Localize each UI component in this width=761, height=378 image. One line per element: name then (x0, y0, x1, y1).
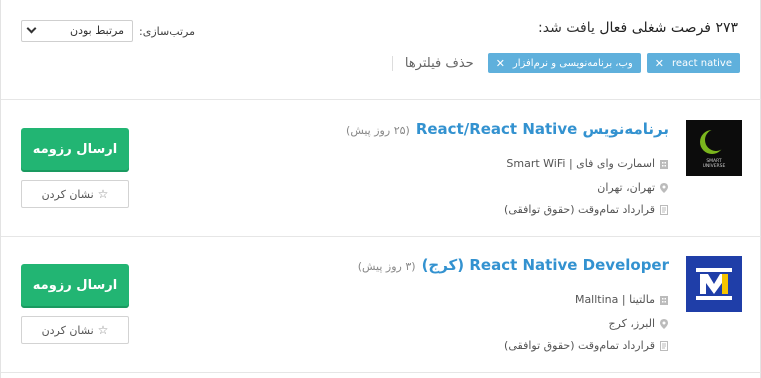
close-icon[interactable]: ✕ (496, 57, 505, 70)
job-age: (۳ روز پیش) (357, 260, 416, 273)
results-header: ۲۷۳ فرصت شغلی فعال یافت شد: مرتب‌سازی: م… (1, 0, 761, 100)
bookmark-button[interactable]: ☆ نشان کردن (21, 316, 129, 344)
company-logo[interactable] (686, 256, 742, 312)
job-company: مالتینا | Malltina (575, 293, 669, 306)
job-card: React Native Developer (کرج) (۳ روز پیش)… (1, 237, 761, 373)
company-name[interactable]: مالتینا | Malltina (575, 293, 655, 306)
filter-chip-label: react native (671, 57, 732, 69)
job-location: البرز، کرج (608, 317, 669, 330)
contract-text: قرارداد تمام‌وقت (حقوق توافقی) (504, 339, 655, 352)
star-icon: ☆ (97, 187, 109, 201)
send-resume-button[interactable]: ارسال رزومه (21, 264, 129, 306)
location-text: البرز، کرج (608, 317, 655, 330)
close-icon[interactable]: ✕ (655, 57, 664, 70)
star-icon: ☆ (97, 323, 109, 337)
location-pin-icon (660, 318, 668, 329)
result-count-text: فرصت شغلی فعال (599, 20, 711, 36)
result-count-number: ۲۷۳ (715, 20, 738, 36)
job-title[interactable]: React Native Developer (کرج) (422, 256, 669, 274)
document-icon (660, 340, 668, 351)
location-pin-icon (660, 182, 668, 193)
svg-text:UNIVERSE: UNIVERSE (703, 163, 726, 169)
contract-text: قرارداد تمام‌وقت (حقوق توافقی) (504, 203, 655, 216)
job-title-row: React Native Developer (کرج) (۳ روز پیش) (358, 256, 669, 274)
filter-chip-react-native[interactable]: react native ✕ (646, 53, 740, 73)
job-location: تهران، تهران (597, 181, 669, 194)
sort-control: مرتب‌سازی: مرتبط بودن (21, 20, 195, 42)
filter-chip-label: وب، برنامه‌نویسی و نرم‌افزار (512, 57, 633, 69)
job-title[interactable]: برنامه‌نویس React/React Native (416, 120, 669, 138)
job-contract: قرارداد تمام‌وقت (حقوق توافقی) (504, 339, 669, 352)
sort-selected-value: مرتبط بودن (69, 24, 124, 37)
page-frame: ۲۷۳ فرصت شغلی فعال یافت شد: مرتب‌سازی: م… (0, 0, 761, 378)
clear-filters-link[interactable]: حذف فیلترها (391, 55, 474, 71)
active-filters: react native ✕ وب، برنامه‌نویسی و نرم‌اف… (386, 53, 740, 73)
document-icon (660, 204, 668, 215)
company-name[interactable]: اسمارت وای فای | Smart WiFi (506, 157, 655, 170)
building-icon (660, 159, 668, 169)
job-age: (۲۵ روز پیش) (346, 124, 410, 137)
send-resume-button[interactable]: ارسال رزومه (21, 128, 129, 170)
bookmark-label: نشان کردن (41, 187, 94, 201)
bookmark-button[interactable]: ☆ نشان کردن (21, 180, 129, 208)
building-icon (660, 295, 668, 305)
smart-universe-logo-icon: SMART UNIVERSE (686, 120, 742, 176)
chevron-down-icon (26, 23, 37, 34)
filter-chip-web-dev[interactable]: وب، برنامه‌نویسی و نرم‌افزار ✕ (487, 53, 641, 73)
sort-select[interactable]: مرتبط بودن (21, 20, 133, 42)
job-contract: قرارداد تمام‌وقت (حقوق توافقی) (504, 203, 669, 216)
result-count: ۲۷۳ فرصت شغلی فعال یافت شد: (538, 20, 738, 36)
malltina-logo-icon (686, 256, 742, 312)
location-text: تهران، تهران (597, 181, 655, 194)
sort-label: مرتب‌سازی: (139, 24, 196, 38)
company-logo[interactable]: SMART UNIVERSE (686, 120, 742, 176)
job-company: اسمارت وای فای | Smart WiFi (506, 157, 669, 170)
job-card: SMART UNIVERSE برنامه‌نویس React/React N… (1, 101, 761, 237)
bookmark-label: نشان کردن (41, 323, 94, 337)
job-title-row: برنامه‌نویس React/React Native (۲۵ روز پ… (346, 120, 669, 138)
result-count-suffix: یافت شد: (538, 20, 595, 36)
